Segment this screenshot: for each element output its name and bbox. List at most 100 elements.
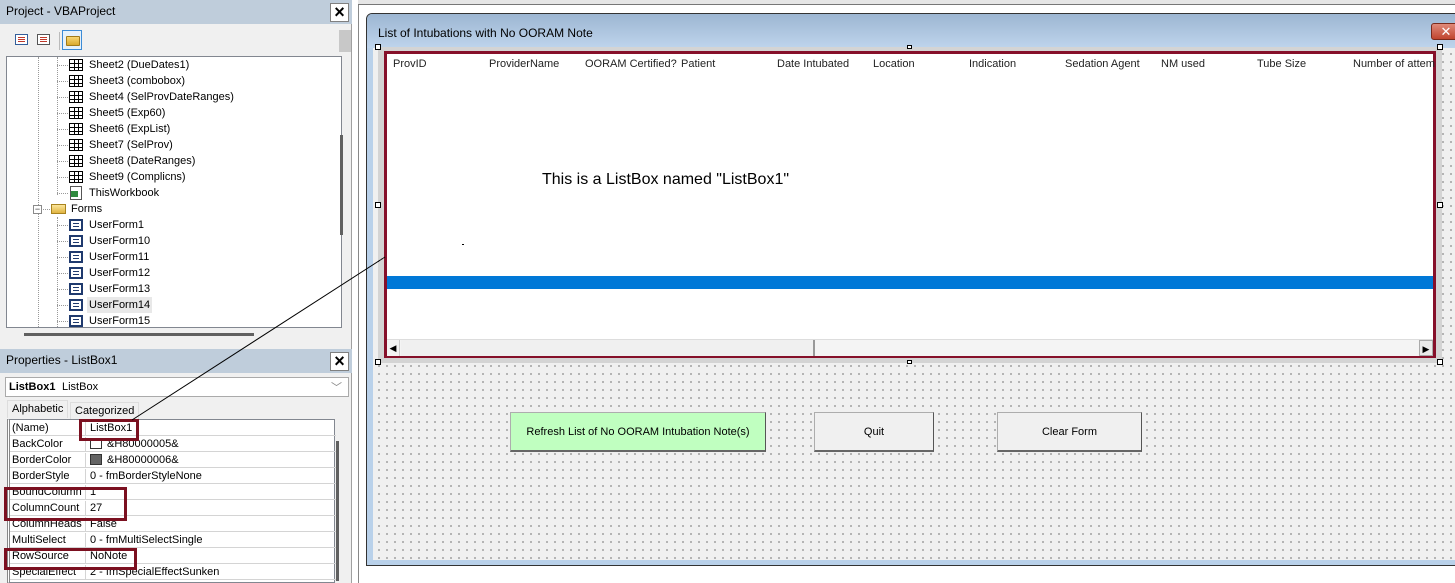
userform-icon xyxy=(69,299,83,311)
resize-handle[interactable] xyxy=(1437,202,1443,208)
listbox-column-header: Sedation Agent xyxy=(1065,58,1140,70)
property-row[interactable]: BorderStyle 0 - fmBorderStyleNone xyxy=(10,468,336,484)
listbox-column-header: OORAM Certified? xyxy=(585,58,677,70)
tab-categorized[interactable]: Categorized xyxy=(70,402,140,420)
property-row[interactable]: ColumnCount 27 xyxy=(10,500,336,516)
color-swatch-icon xyxy=(90,438,102,449)
worksheet-icon xyxy=(69,155,83,167)
properties-pane: Properties - ListBox1 × ListBox1 ListBox… xyxy=(0,345,352,583)
tree-item-label: UserForm1 xyxy=(89,219,145,231)
property-value[interactable]: ListBox1 xyxy=(90,421,132,435)
property-row[interactable]: SpecialEffect 2 - fmSpecialEffectSunken xyxy=(10,564,336,580)
refresh-list-button[interactable]: Refresh List of No OORAM Intubation Note… xyxy=(510,412,766,452)
property-row[interactable]: RowSource NoNote xyxy=(10,548,336,564)
userform-icon xyxy=(69,283,83,295)
property-row[interactable]: BoundColumn 1 xyxy=(10,484,336,500)
view-code-button[interactable] xyxy=(12,30,32,50)
properties-pane-close-icon[interactable]: × xyxy=(330,352,349,371)
resize-handle[interactable] xyxy=(375,202,381,208)
property-row[interactable]: (Name) ListBox1 xyxy=(10,420,336,436)
project-pane-close-icon[interactable]: × xyxy=(330,3,349,22)
tree-item-label: UserForm10 xyxy=(89,235,151,247)
resize-handle[interactable] xyxy=(907,45,912,49)
property-value[interactable]: &H80000005& xyxy=(90,437,179,451)
worksheet-icon xyxy=(69,107,83,119)
userform-close-icon[interactable]: ✕ xyxy=(1431,23,1455,40)
property-value[interactable]: 0 - fmMultiSelectSingle xyxy=(90,533,203,547)
toolbar-overflow-icon[interactable] xyxy=(339,30,351,52)
property-row[interactable]: ColumnHeads False xyxy=(10,516,336,532)
tree-item-label: Sheet2 (DueDates1) xyxy=(89,59,190,71)
tree-vertical-scrollbar[interactable] xyxy=(340,135,343,235)
tree-guide-line xyxy=(57,305,68,306)
listbox1[interactable]: ProvID ProviderName OORAM Certified? Patien… xyxy=(384,51,1436,358)
tree-item-label: Forms xyxy=(71,203,103,215)
project-toolbar xyxy=(0,26,352,54)
property-value[interactable]: 0 - fmBorderStyleNone xyxy=(90,469,202,483)
tree-item-label: Sheet5 (Exp60) xyxy=(89,107,166,119)
tree-guide-line xyxy=(57,321,68,322)
property-value[interactable]: NoNote xyxy=(90,549,127,563)
properties-grid: (Name) ListBox1 BackColor &H80000005& Border… xyxy=(7,419,336,583)
scroll-right-arrow-icon[interactable]: ▶ xyxy=(1419,340,1433,356)
scroll-left-arrow-icon[interactable]: ◀ xyxy=(387,340,400,356)
resize-handle[interactable] xyxy=(375,44,381,50)
project-pane-title-bar: Project - VBAProject × xyxy=(0,0,352,24)
listbox-column-header: ProviderName xyxy=(489,58,560,70)
userform-icon xyxy=(69,235,83,247)
listbox-selected-row[interactable] xyxy=(387,276,1433,289)
tree-guide-line xyxy=(57,161,68,162)
property-value-text: 1 xyxy=(90,486,97,498)
listbox-column-header: Number of attem xyxy=(1353,58,1435,70)
property-name: ColumnHeads xyxy=(12,517,86,532)
property-value[interactable]: 1 xyxy=(90,485,96,499)
worksheet-icon xyxy=(69,91,83,103)
quit-button[interactable]: Quit xyxy=(814,412,934,452)
clear-form-button[interactable]: Clear Form xyxy=(997,412,1142,452)
userform-icon xyxy=(69,315,83,327)
listbox-column-header: Patient xyxy=(681,58,716,70)
tree-guide-line xyxy=(57,65,68,66)
designer-top-edge xyxy=(358,0,1455,5)
property-value-text: 27 xyxy=(90,502,103,514)
toggle-folders-button[interactable] xyxy=(62,30,82,50)
collapse-icon[interactable]: − xyxy=(33,205,42,214)
view-object-icon xyxy=(37,34,50,45)
tree-guide-line xyxy=(57,273,68,274)
tree-horizontal-scroll-thumb[interactable] xyxy=(24,333,254,336)
view-object-button[interactable] xyxy=(34,30,54,50)
listbox-column-header: ProvID xyxy=(393,58,427,70)
property-value[interactable]: 27 xyxy=(90,501,102,515)
worksheet-icon xyxy=(69,123,83,135)
resize-handle[interactable] xyxy=(375,359,381,365)
tree-guide-line xyxy=(57,97,68,98)
object-selector-dropdown[interactable]: ListBox1 ListBox ﹀ xyxy=(5,377,349,397)
resize-handle[interactable] xyxy=(1437,359,1443,365)
userform-icon xyxy=(69,219,83,231)
userform-icon xyxy=(69,251,83,263)
property-value[interactable]: &H80000006& xyxy=(90,453,179,467)
folder-open-icon xyxy=(51,204,66,214)
workbook-icon xyxy=(70,186,82,200)
tree-guide-line xyxy=(57,241,68,242)
tab-alphabetic[interactable]: Alphabetic xyxy=(7,400,69,418)
property-row[interactable]: BorderColor &H80000006& xyxy=(10,452,336,468)
property-value-text: 2 - fmSpecialEffectSunken xyxy=(90,566,220,578)
property-name: MultiSelect xyxy=(12,533,86,548)
property-row[interactable]: BackColor &H80000005& xyxy=(10,436,336,452)
tree-item-label: Sheet6 (ExpList) xyxy=(89,123,171,135)
listbox-scroll-thumb[interactable] xyxy=(401,340,815,356)
tree-guide-line xyxy=(57,225,68,226)
toolbar-separator xyxy=(59,32,60,50)
tree-item-label: Sheet8 (DateRanges) xyxy=(89,155,196,167)
properties-vertical-scrollbar[interactable] xyxy=(336,441,339,581)
resize-handle[interactable] xyxy=(907,360,912,364)
property-row[interactable]: MultiSelect 0 - fmMultiSelectSingle xyxy=(10,532,336,548)
property-value[interactable]: 2 - fmSpecialEffectSunken xyxy=(90,565,219,579)
property-value[interactable]: False xyxy=(90,517,117,531)
property-name: BoundColumn xyxy=(12,485,86,500)
resize-handle[interactable] xyxy=(1437,44,1443,50)
property-value-text: ListBox1 xyxy=(90,422,133,434)
listbox-horizontal-scrollbar[interactable]: ◀ ▶ xyxy=(387,339,1433,356)
tree-guide-line xyxy=(38,57,39,327)
